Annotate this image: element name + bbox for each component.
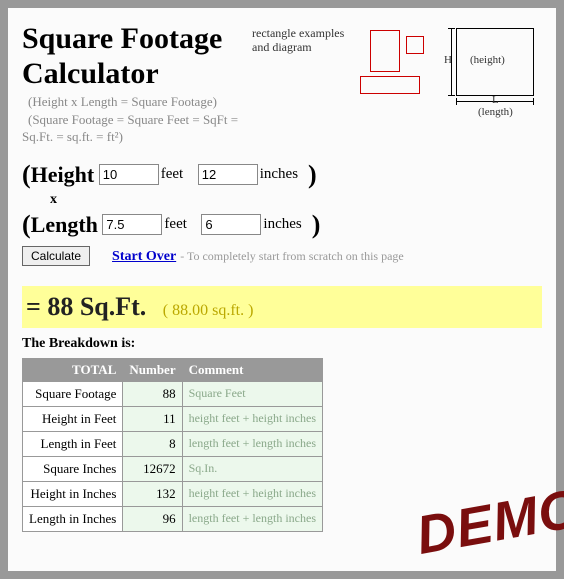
- table-row: Length in Feet8length feet + length inch…: [23, 431, 323, 456]
- table-row: Length in Inches96length feet + length i…: [23, 506, 323, 531]
- row-number: 96: [123, 506, 182, 531]
- length-label: Length: [31, 212, 98, 237]
- paren-close: ): [308, 160, 317, 189]
- paren-open: (: [22, 210, 31, 239]
- row-label: Length in Inches: [23, 506, 123, 531]
- example-rect: [360, 76, 420, 94]
- length-inches-input[interactable]: [201, 214, 261, 235]
- height-label: (height): [470, 54, 505, 66]
- breakdown-table: TOTAL Number Comment Square Footage88Squ…: [22, 358, 323, 532]
- row-number: 8: [123, 431, 182, 456]
- multiply-label: x: [50, 192, 542, 208]
- subtitle-line: Sq.Ft. = sq.ft. = ft²): [22, 128, 252, 146]
- row-label: Square Footage: [23, 381, 123, 406]
- row-label: Length in Feet: [23, 431, 123, 456]
- breakdown-title: The Breakdown is:: [22, 336, 542, 352]
- inches-unit: inches: [260, 166, 298, 182]
- subtitle-line: (Height x Length = Square Footage): [28, 93, 252, 111]
- l-axis-label: L: [492, 94, 499, 106]
- example-rect: [370, 30, 400, 72]
- inches-unit: inches: [263, 216, 301, 232]
- height-label: Height: [31, 162, 95, 187]
- start-over-link[interactable]: Start Over: [112, 249, 176, 264]
- feet-unit: feet: [164, 216, 186, 232]
- col-total: TOTAL: [23, 358, 123, 381]
- subtitle: (Height x Length = Square Footage) (Squa…: [28, 93, 252, 146]
- row-label: Square Inches: [23, 456, 123, 481]
- height-inches-input[interactable]: [198, 164, 258, 185]
- length-label: (length): [478, 106, 513, 118]
- page-title: Square Footage Calculator: [22, 22, 252, 91]
- row-comment: height feet + height inches: [182, 481, 322, 506]
- row-comment: height feet + height inches: [182, 406, 322, 431]
- table-row: Height in Inches132height feet + height …: [23, 481, 323, 506]
- subtitle-line: (Square Footage = Square Feet = SqFt =: [28, 111, 252, 129]
- example-rect: [406, 36, 424, 54]
- result-main: = 88 Sq.Ft.: [26, 292, 146, 321]
- row-comment: Square Feet: [182, 381, 322, 406]
- demo-watermark: DEMO: [412, 477, 564, 567]
- height-feet-input[interactable]: [99, 164, 159, 185]
- result-bar: = 88 Sq.Ft. ( 88.00 sq.ft. ): [22, 286, 542, 328]
- row-number: 88: [123, 381, 182, 406]
- row-number: 132: [123, 481, 182, 506]
- row-number: 11: [123, 406, 182, 431]
- row-label: Height in Inches: [23, 481, 123, 506]
- col-number: Number: [123, 358, 182, 381]
- feet-unit: feet: [161, 166, 183, 182]
- row-comment: length feet + length inches: [182, 506, 322, 531]
- row-number: 12672: [123, 456, 182, 481]
- row-comment: Sq.In.: [182, 456, 322, 481]
- col-comment: Comment: [182, 358, 322, 381]
- row-label: Height in Feet: [23, 406, 123, 431]
- table-row: Height in Feet11height feet + height inc…: [23, 406, 323, 431]
- paren-open: (: [22, 160, 31, 189]
- row-comment: length feet + length inches: [182, 431, 322, 456]
- length-feet-input[interactable]: [102, 214, 162, 235]
- calculate-button[interactable]: Calculate: [22, 246, 90, 266]
- table-row: Square Inches12672Sq.In.: [23, 456, 323, 481]
- result-sub: ( 88.00 sq.ft. ): [163, 302, 254, 319]
- start-over-note: - To completely start from scratch on th…: [180, 249, 404, 263]
- table-row: Square Footage88Square Feet: [23, 381, 323, 406]
- calculator-form: (Height feet inches) x (Length feet inch…: [22, 160, 542, 266]
- paren-close: ): [312, 210, 321, 239]
- diagram: rectangle examples and diagram H (height…: [252, 22, 542, 146]
